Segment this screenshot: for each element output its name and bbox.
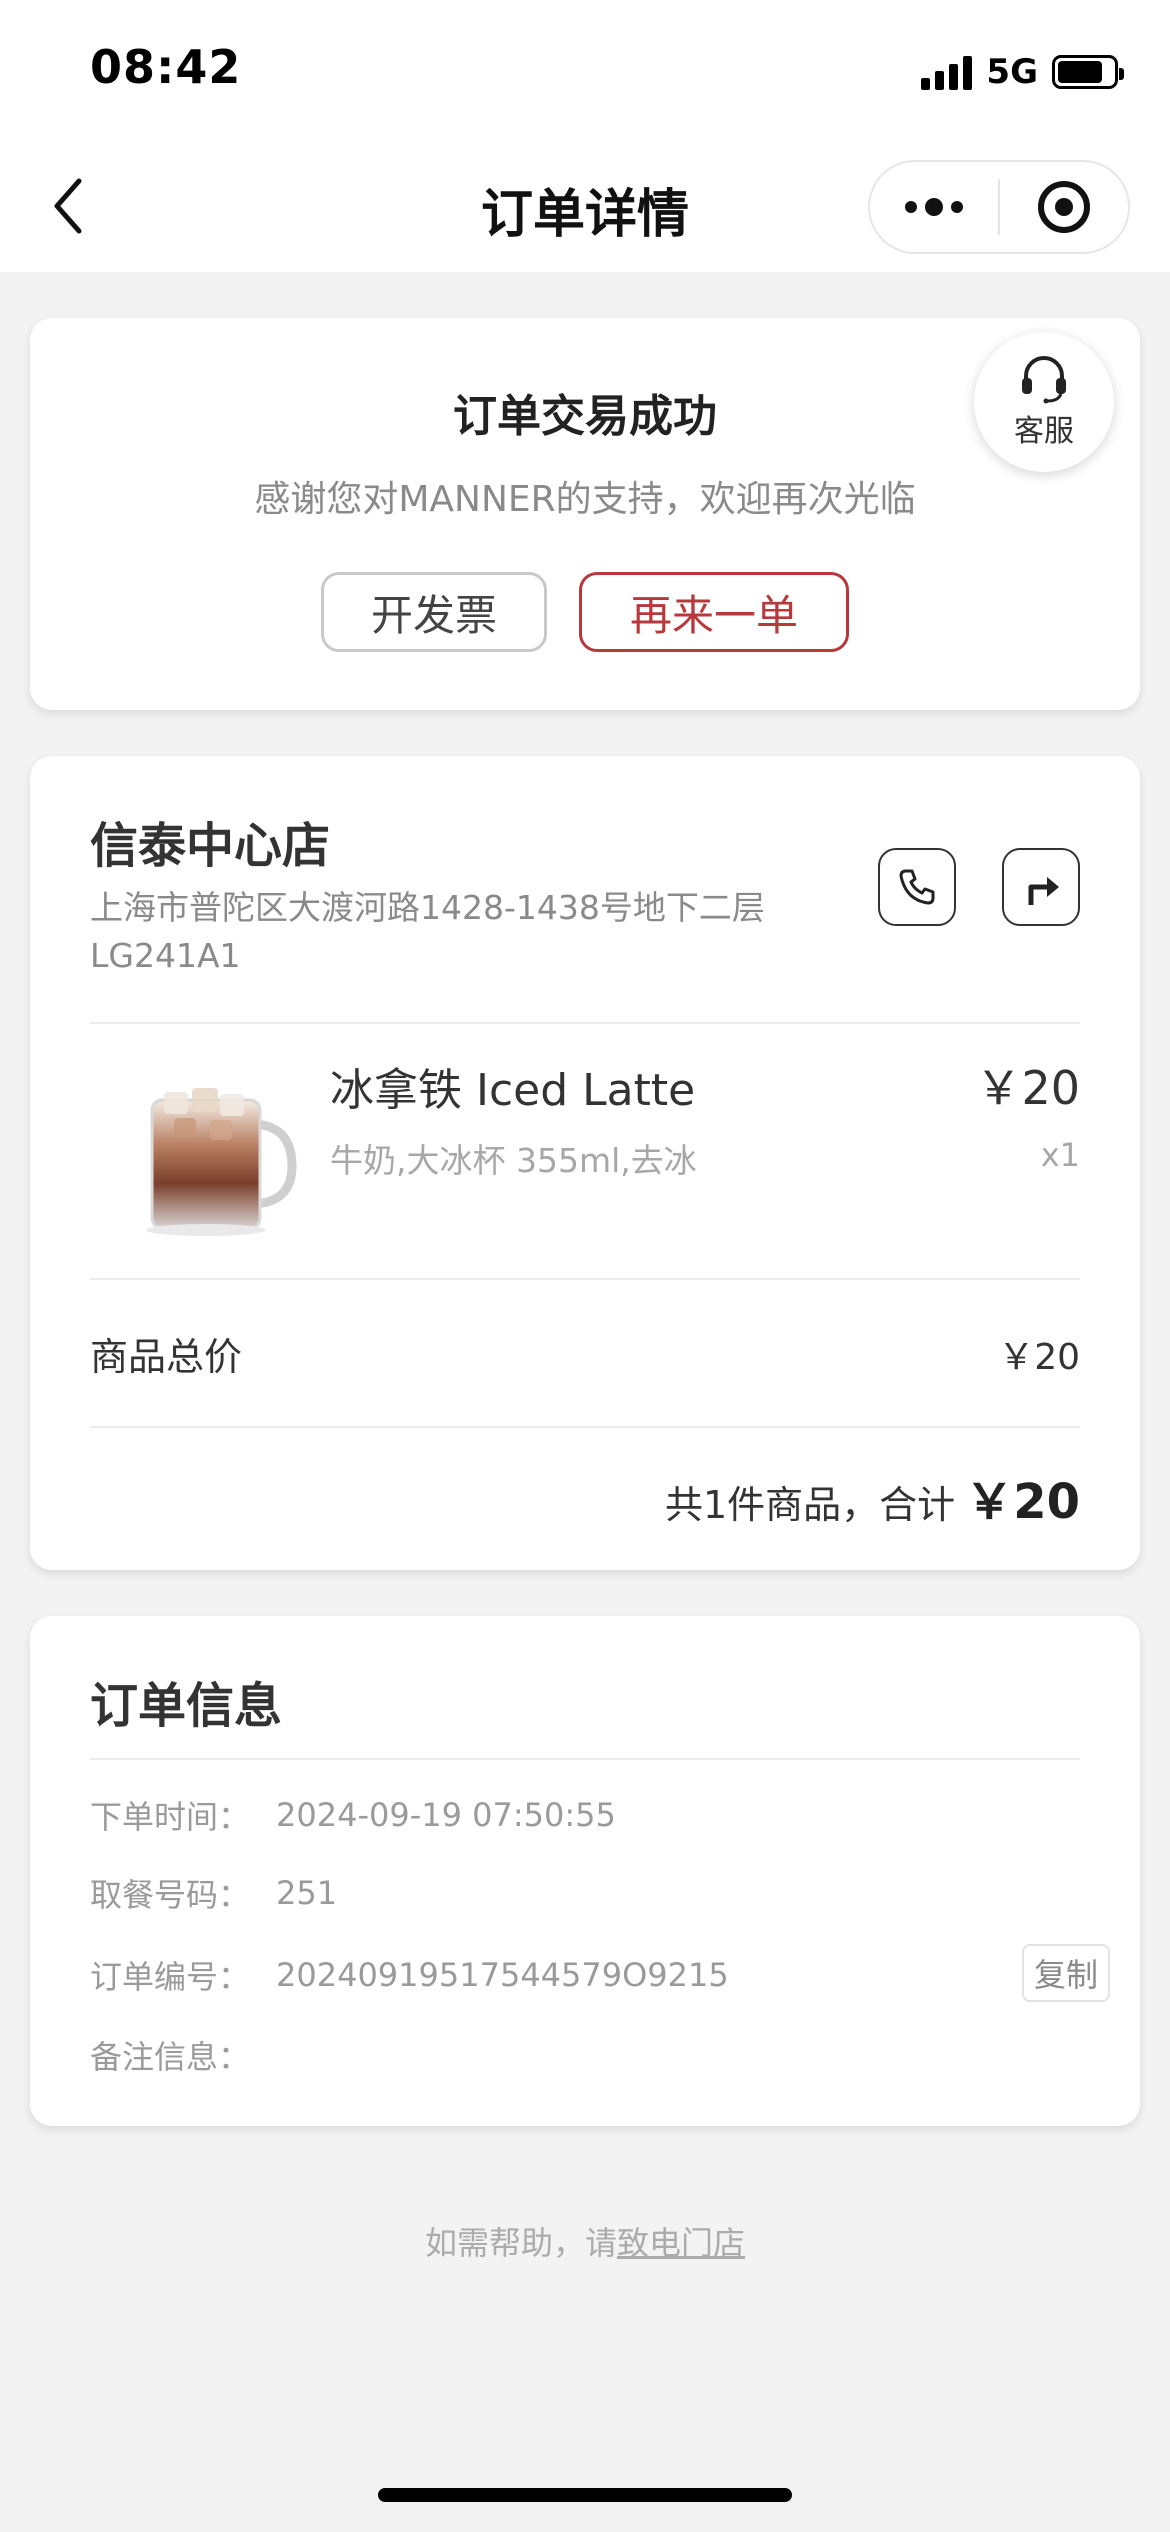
divider xyxy=(90,1426,1080,1428)
more-icon xyxy=(905,198,963,216)
order-status-card: 订单交易成功 感谢您对MANNER的支持，欢迎再次光临 开发票 再来一单 xyxy=(30,318,1140,710)
phone-icon xyxy=(899,869,935,905)
divider xyxy=(90,1022,1080,1024)
call-store-link[interactable]: 致电门店 xyxy=(617,2224,745,2262)
info-label: 订单编号： xyxy=(90,1958,251,1996)
help-prefix: 如需帮助，请 xyxy=(424,2224,617,2262)
divider xyxy=(90,1758,1080,1760)
status-title: 订单交易成功 xyxy=(453,391,717,442)
total-amount: ￥20 xyxy=(965,1474,1080,1530)
info-label: 备注信息： xyxy=(90,2038,251,2076)
info-row-remarks: 备注信息： xyxy=(90,2030,1080,2080)
headset-icon xyxy=(1022,356,1066,404)
info-value: 251 xyxy=(276,1874,338,1912)
divider xyxy=(90,1278,1080,1280)
order-info-title: 订单信息 xyxy=(90,1678,283,1734)
store-name: 信泰中心店 xyxy=(90,818,331,874)
order-info-card: 订单信息 下单时间： 2024-09-19 07:50:55 取餐号码： 251… xyxy=(30,1616,1140,2126)
network-label: 5G xyxy=(986,52,1038,92)
call-store-button[interactable] xyxy=(878,848,956,926)
signal-icon xyxy=(921,54,973,90)
status-indicators: 5G xyxy=(921,50,1124,94)
store-address: 上海市普陀区大渡河路1428-1438号地下二层LG241A1 xyxy=(90,888,765,975)
status-subtitle: 感谢您对MANNER的支持，欢迎再次光临 xyxy=(254,479,916,520)
info-row-pickup-number: 取餐号码： 251 xyxy=(90,1868,1080,1918)
customer-service-label: 客服 xyxy=(1014,414,1074,449)
product-options: 牛奶,大冰杯 355ml,去冰 xyxy=(330,1141,697,1180)
info-row-order-number: 订单编号： 20240919517544579O9215 xyxy=(90,1950,1080,2000)
reorder-button[interactable]: 再来一单 xyxy=(579,572,849,652)
order-total: 共1件商品，合计 ￥20 xyxy=(665,1462,1080,1532)
total-label: 共1件商品，合计 xyxy=(665,1483,956,1527)
miniprogram-capsule xyxy=(868,160,1130,254)
product-name: 冰拿铁 Iced Latte xyxy=(330,1065,696,1116)
store-order-card: 信泰中心店 上海市普陀区大渡河路1428-1438号地下二层LG241A1 冰拿… xyxy=(30,756,1140,1570)
battery-icon xyxy=(1052,55,1124,89)
more-button[interactable] xyxy=(870,162,998,252)
directions-icon xyxy=(1028,877,1059,905)
subtotal-value: ￥20 xyxy=(998,1337,1080,1378)
invoice-button[interactable]: 开发票 xyxy=(321,572,547,652)
close-miniprogram-button[interactable] xyxy=(1000,162,1128,252)
navigate-button[interactable] xyxy=(1002,848,1080,926)
customer-service-button[interactable]: 客服 xyxy=(974,332,1114,472)
product-quantity: x1 xyxy=(1040,1136,1080,1174)
home-indicator xyxy=(378,2488,792,2502)
info-value: 2024-09-19 07:50:55 xyxy=(276,1796,616,1834)
top-bar: 08:42 5G 订单详情 xyxy=(0,0,1170,272)
copy-order-number-button[interactable]: 复制 xyxy=(1022,1944,1110,2002)
action-buttons: 开发票 再来一单 xyxy=(30,572,1140,652)
help-text: 如需帮助，请致电门店 xyxy=(0,2218,1170,2264)
product-image xyxy=(146,1088,297,1236)
info-label: 下单时间： xyxy=(90,1798,251,1836)
target-icon xyxy=(1038,181,1090,233)
subtotal-label: 商品总价 xyxy=(90,1335,243,1379)
product-price: ￥20 xyxy=(975,1061,1080,1115)
info-row-order-time: 下单时间： 2024-09-19 07:50:55 xyxy=(90,1790,1080,1840)
info-label: 取餐号码： xyxy=(90,1876,251,1914)
info-value: 20240919517544579O9215 xyxy=(276,1956,729,1994)
status-time: 08:42 xyxy=(90,40,242,94)
